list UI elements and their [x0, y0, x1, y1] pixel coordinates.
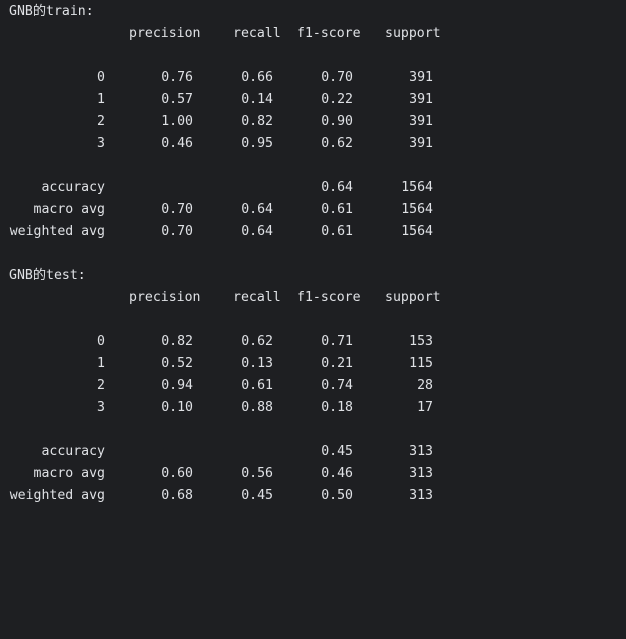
support-value: 391: [409, 92, 433, 107]
weighted-avg-row: weighted avg 0.68 0.45 0.50 313: [0, 485, 626, 507]
support-value: 391: [409, 114, 433, 129]
f1-value: 0.45: [321, 444, 353, 459]
precision-value: 0.52: [161, 356, 193, 371]
precision-value: 0.94: [161, 378, 193, 393]
header-precision: precision: [129, 26, 201, 41]
recall-value: 0.64: [241, 224, 273, 239]
row-label: weighted avg: [9, 488, 105, 503]
support-value: 115: [409, 356, 433, 371]
recall-value: 0.13: [241, 356, 273, 371]
class-row: 3 0.10 0.88 0.18 17: [0, 397, 626, 419]
row-label: weighted avg: [9, 224, 105, 239]
row-label: macro avg: [33, 466, 105, 481]
weighted-avg-row: weighted avg 0.70 0.64 0.61 1564: [0, 221, 626, 243]
header-recall: recall: [233, 26, 281, 41]
row-label: 0: [97, 334, 105, 349]
row-label: accuracy: [41, 444, 105, 459]
report-header-row: precision recall f1-score support: [0, 23, 626, 45]
f1-value: 0.74: [321, 378, 353, 393]
header-precision: precision: [129, 290, 201, 305]
support-value: 313: [409, 444, 433, 459]
support-value: 391: [409, 136, 433, 151]
header-support: support: [385, 290, 441, 305]
row-label: 2: [97, 378, 105, 393]
accuracy-row: accuracy 0.64 1564: [0, 177, 626, 199]
row-label: accuracy: [41, 180, 105, 195]
support-value: 1564: [401, 224, 433, 239]
support-value: 313: [409, 488, 433, 503]
accuracy-row: accuracy 0.45 313: [0, 441, 626, 463]
recall-value: 0.66: [241, 70, 273, 85]
row-label: 1: [97, 356, 105, 371]
recall-value: 0.14: [241, 92, 273, 107]
precision-value: 0.68: [161, 488, 193, 503]
f1-value: 0.46: [321, 466, 353, 481]
console-output[interactable]: GNB的train: precision recall f1-score sup…: [0, 0, 626, 533]
recall-value: 0.82: [241, 114, 273, 129]
row-label: macro avg: [33, 202, 105, 217]
precision-value: 1.00: [161, 114, 193, 129]
f1-value: 0.71: [321, 334, 353, 349]
macro-avg-row: macro avg 0.70 0.64 0.61 1564: [0, 199, 626, 221]
support-value: 1564: [401, 180, 433, 195]
support-value: 28: [417, 378, 433, 393]
recall-value: 0.62: [241, 334, 273, 349]
precision-value: 0.76: [161, 70, 193, 85]
precision-value: 0.82: [161, 334, 193, 349]
precision-value: 0.70: [161, 224, 193, 239]
header-support: support: [385, 26, 441, 41]
f1-value: 0.50: [321, 488, 353, 503]
report-header-row: precision recall f1-score support: [0, 287, 626, 309]
macro-avg-row: macro avg 0.60 0.56 0.46 313: [0, 463, 626, 485]
precision-value: 0.10: [161, 400, 193, 415]
support-value: 17: [417, 400, 433, 415]
report-title: GNB的train:: [9, 4, 94, 19]
recall-value: 0.61: [241, 378, 273, 393]
recall-value: 0.64: [241, 202, 273, 217]
f1-value: 0.70: [321, 70, 353, 85]
class-row: 0 0.76 0.66 0.70 391: [0, 67, 626, 89]
precision-value: 0.70: [161, 202, 193, 217]
recall-value: 0.95: [241, 136, 273, 151]
recall-value: 0.88: [241, 400, 273, 415]
row-label: 3: [97, 136, 105, 151]
row-label: 3: [97, 400, 105, 415]
f1-value: 0.64: [321, 180, 353, 195]
row-label: 2: [97, 114, 105, 129]
f1-value: 0.22: [321, 92, 353, 107]
class-row: 3 0.46 0.95 0.62 391: [0, 133, 626, 155]
class-row: 1 0.57 0.14 0.22 391: [0, 89, 626, 111]
header-f1-score: f1-score: [297, 290, 361, 305]
support-value: 1564: [401, 202, 433, 217]
header-recall: recall: [233, 290, 281, 305]
f1-value: 0.61: [321, 224, 353, 239]
f1-value: 0.18: [321, 400, 353, 415]
support-value: 391: [409, 70, 433, 85]
class-row: 1 0.52 0.13 0.21 115: [0, 353, 626, 375]
precision-value: 0.46: [161, 136, 193, 151]
f1-value: 0.62: [321, 136, 353, 151]
header-f1-score: f1-score: [297, 26, 361, 41]
f1-value: 0.61: [321, 202, 353, 217]
precision-value: 0.57: [161, 92, 193, 107]
row-label: 1: [97, 92, 105, 107]
support-value: 153: [409, 334, 433, 349]
recall-value: 0.45: [241, 488, 273, 503]
class-row: 2 0.94 0.61 0.74 28: [0, 375, 626, 397]
recall-value: 0.56: [241, 466, 273, 481]
class-row: 0 0.82 0.62 0.71 153: [0, 331, 626, 353]
f1-value: 0.90: [321, 114, 353, 129]
report-title: GNB的test:: [9, 268, 86, 283]
f1-value: 0.21: [321, 356, 353, 371]
class-row: 2 1.00 0.82 0.90 391: [0, 111, 626, 133]
support-value: 313: [409, 466, 433, 481]
row-label: 0: [97, 70, 105, 85]
precision-value: 0.60: [161, 466, 193, 481]
